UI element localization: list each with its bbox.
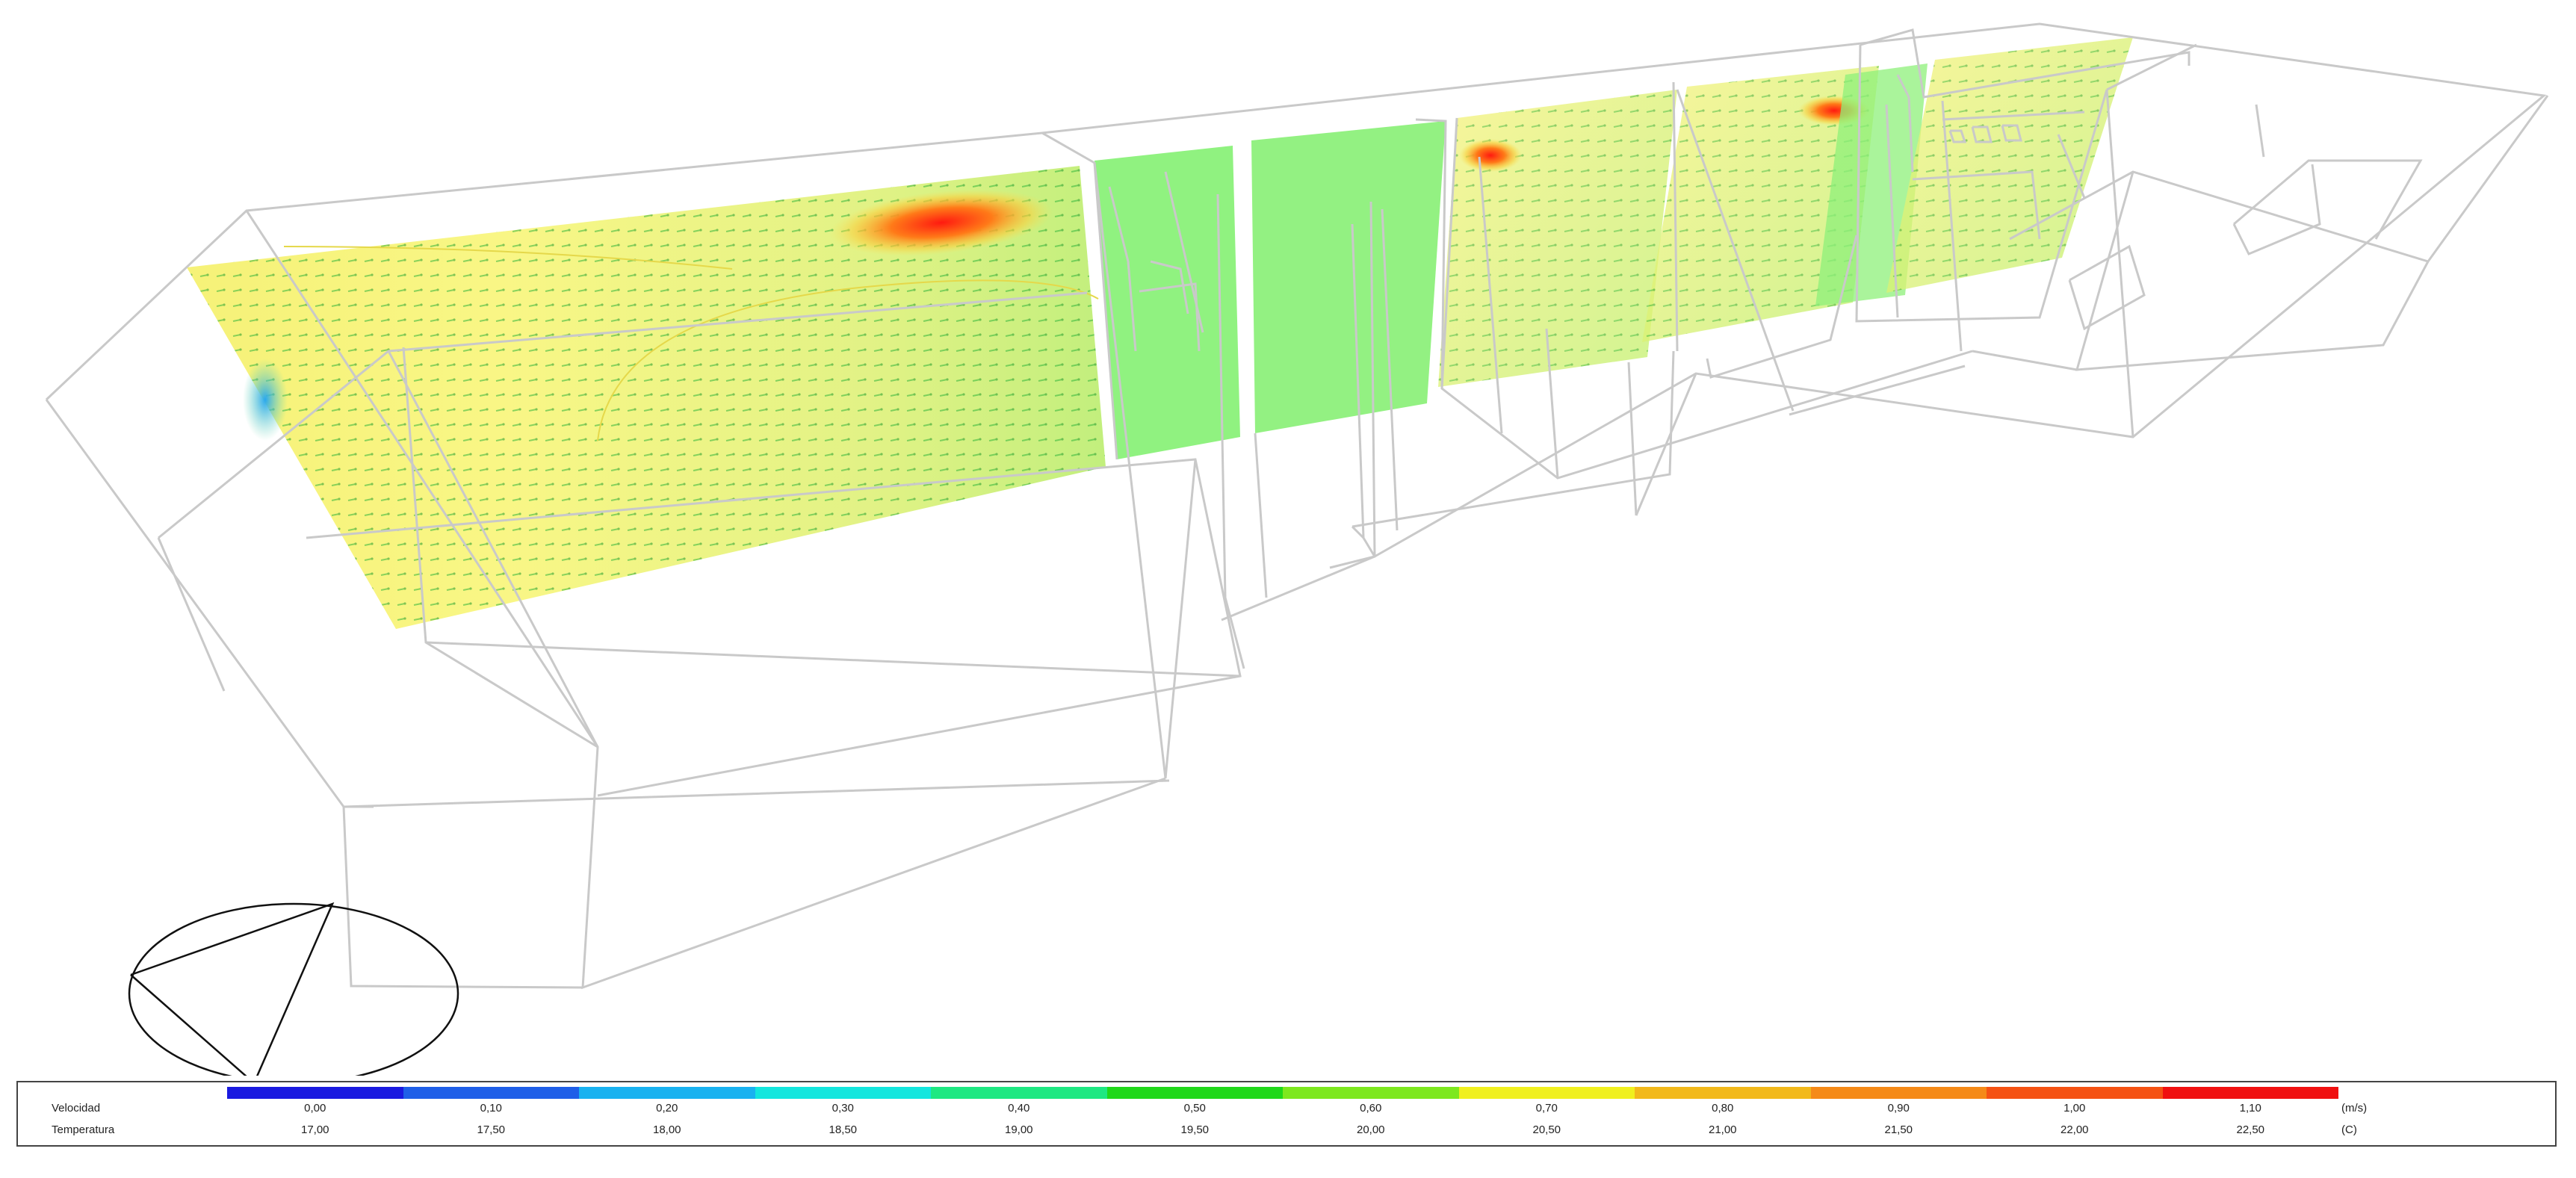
temperature-tick-label: 22,00 [2060,1123,2089,1136]
hot-spot-2 [1459,139,1522,172]
temperature-tick-label: 22,50 [2236,1123,2265,1136]
color-bar-segment [2162,1087,2338,1099]
velocity-tick-label: 0,80 [1712,1102,1734,1115]
temperature-label: Temperatura [52,1123,115,1136]
velocity-tick-label: 0,20 [656,1102,678,1115]
temperature-unit: (C) [2341,1123,2357,1136]
temperature-tick-label: 17,00 [300,1123,329,1136]
color-bar-segment [1283,1087,1459,1099]
color-bar-segment [1635,1087,1811,1099]
temperature-tick-label: 18,50 [829,1123,858,1136]
velocity-tick-label: 1,00 [2063,1102,2086,1115]
velocity-tick-label: 0,30 [832,1102,854,1115]
velocity-tick-label: 0,60 [1360,1102,1382,1115]
temperature-tick-label: 21,00 [1708,1123,1737,1136]
color-bar-segment [1987,1087,2163,1099]
color-bar-segment [1106,1087,1283,1099]
velocity-unit: (m/s) [2341,1102,2368,1115]
velocity-tick-label: 1,10 [2239,1102,2261,1115]
color-bar-segment [403,1087,579,1099]
color-bar-segment [227,1087,403,1099]
color-bar-segment [755,1087,931,1099]
color-scale-legend: Velocidad Temperatura (m/s) (C) 0,00 17,0… [16,1081,2557,1147]
section-plane-2-arrows [1438,90,1677,387]
color-bar-segment [931,1087,1107,1099]
3d-viewport[interactable] [0,0,2576,1076]
section-plane-green-1 [1095,146,1240,459]
orientation-indicator[interactable] [128,902,459,1076]
temperature-tick-label: 20,00 [1356,1123,1385,1136]
temperature-tick-label: 21,50 [1884,1123,1913,1136]
temperature-tick-label: 19,50 [1180,1123,1210,1136]
velocity-tick-label: 0,90 [1887,1102,1910,1115]
temperature-tick-label: 17,50 [477,1123,506,1136]
color-bar-segment [1810,1087,1987,1099]
velocity-tick-label: 0,00 [304,1102,326,1115]
temperature-tick-label: 18,00 [652,1123,681,1136]
temperature-tick-label: 19,00 [1004,1123,1033,1136]
cold-spot [243,359,288,441]
section-plane-green-2 [1251,121,1446,433]
color-bar-segment [579,1087,755,1099]
velocity-tick-label: 0,40 [1008,1102,1030,1115]
velocity-tick-label: 0,10 [480,1102,502,1115]
color-bar-segment [1458,1087,1635,1099]
temperature-tick-label: 20,50 [1532,1123,1561,1136]
velocity-tick-label: 0,70 [1535,1102,1558,1115]
temperature-planes [187,37,2133,629]
velocity-tick-label: 0,50 [1183,1102,1206,1115]
velocity-label: Velocidad [52,1102,101,1115]
